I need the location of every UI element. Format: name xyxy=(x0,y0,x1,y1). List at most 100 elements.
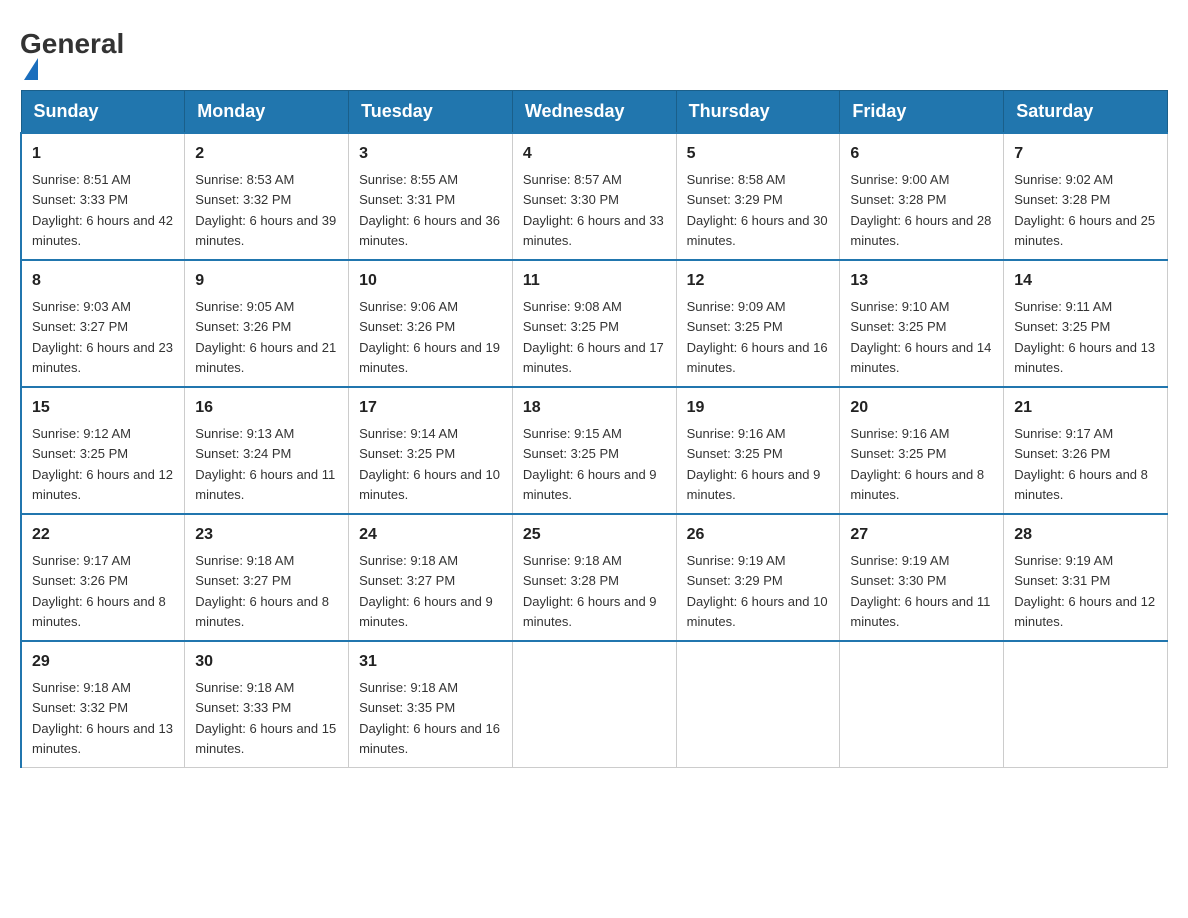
calendar-header-thursday: Thursday xyxy=(676,91,840,134)
day-number: 19 xyxy=(687,396,830,420)
calendar-day: 27 Sunrise: 9:19 AMSunset: 3:30 PMDaylig… xyxy=(840,514,1004,641)
calendar-day: 28 Sunrise: 9:19 AMSunset: 3:31 PMDaylig… xyxy=(1004,514,1168,641)
day-number: 5 xyxy=(687,142,830,166)
calendar-day: 31 Sunrise: 9:18 AMSunset: 3:35 PMDaylig… xyxy=(349,641,513,768)
page-header: General xyxy=(20,20,1168,80)
day-info: Sunrise: 9:02 AMSunset: 3:28 PMDaylight:… xyxy=(1014,172,1155,248)
day-number: 15 xyxy=(32,396,174,420)
calendar-day xyxy=(676,641,840,768)
day-info: Sunrise: 9:18 AMSunset: 3:27 PMDaylight:… xyxy=(359,553,493,629)
day-number: 14 xyxy=(1014,269,1157,293)
calendar-day: 10 Sunrise: 9:06 AMSunset: 3:26 PMDaylig… xyxy=(349,260,513,387)
calendar-day: 8 Sunrise: 9:03 AMSunset: 3:27 PMDayligh… xyxy=(21,260,185,387)
calendar-day: 12 Sunrise: 9:09 AMSunset: 3:25 PMDaylig… xyxy=(676,260,840,387)
day-info: Sunrise: 8:57 AMSunset: 3:30 PMDaylight:… xyxy=(523,172,664,248)
calendar-day: 11 Sunrise: 9:08 AMSunset: 3:25 PMDaylig… xyxy=(512,260,676,387)
day-info: Sunrise: 9:17 AMSunset: 3:26 PMDaylight:… xyxy=(1014,426,1148,502)
calendar-day: 22 Sunrise: 9:17 AMSunset: 3:26 PMDaylig… xyxy=(21,514,185,641)
calendar-day: 14 Sunrise: 9:11 AMSunset: 3:25 PMDaylig… xyxy=(1004,260,1168,387)
day-number: 28 xyxy=(1014,523,1157,547)
logo-triangle-icon xyxy=(24,58,38,80)
calendar-day: 20 Sunrise: 9:16 AMSunset: 3:25 PMDaylig… xyxy=(840,387,1004,514)
day-info: Sunrise: 8:58 AMSunset: 3:29 PMDaylight:… xyxy=(687,172,828,248)
day-info: Sunrise: 8:51 AMSunset: 3:33 PMDaylight:… xyxy=(32,172,173,248)
calendar-day: 21 Sunrise: 9:17 AMSunset: 3:26 PMDaylig… xyxy=(1004,387,1168,514)
day-info: Sunrise: 9:15 AMSunset: 3:25 PMDaylight:… xyxy=(523,426,657,502)
calendar-header-sunday: Sunday xyxy=(21,91,185,134)
calendar-day xyxy=(1004,641,1168,768)
calendar-day: 9 Sunrise: 9:05 AMSunset: 3:26 PMDayligh… xyxy=(185,260,349,387)
day-number: 6 xyxy=(850,142,993,166)
calendar-week-5: 29 Sunrise: 9:18 AMSunset: 3:32 PMDaylig… xyxy=(21,641,1168,768)
calendar-day: 13 Sunrise: 9:10 AMSunset: 3:25 PMDaylig… xyxy=(840,260,1004,387)
day-info: Sunrise: 9:18 AMSunset: 3:32 PMDaylight:… xyxy=(32,680,173,756)
calendar-header-tuesday: Tuesday xyxy=(349,91,513,134)
calendar-day: 19 Sunrise: 9:16 AMSunset: 3:25 PMDaylig… xyxy=(676,387,840,514)
day-info: Sunrise: 9:08 AMSunset: 3:25 PMDaylight:… xyxy=(523,299,664,375)
day-info: Sunrise: 9:13 AMSunset: 3:24 PMDaylight:… xyxy=(195,426,335,502)
day-info: Sunrise: 9:16 AMSunset: 3:25 PMDaylight:… xyxy=(687,426,821,502)
calendar-header-saturday: Saturday xyxy=(1004,91,1168,134)
day-number: 21 xyxy=(1014,396,1157,420)
day-number: 27 xyxy=(850,523,993,547)
calendar-day: 1 Sunrise: 8:51 AMSunset: 3:33 PMDayligh… xyxy=(21,133,185,260)
day-info: Sunrise: 9:18 AMSunset: 3:33 PMDaylight:… xyxy=(195,680,336,756)
day-number: 31 xyxy=(359,650,502,674)
calendar-day: 29 Sunrise: 9:18 AMSunset: 3:32 PMDaylig… xyxy=(21,641,185,768)
day-number: 7 xyxy=(1014,142,1157,166)
day-number: 1 xyxy=(32,142,174,166)
day-number: 17 xyxy=(359,396,502,420)
calendar-week-1: 1 Sunrise: 8:51 AMSunset: 3:33 PMDayligh… xyxy=(21,133,1168,260)
day-info: Sunrise: 9:14 AMSunset: 3:25 PMDaylight:… xyxy=(359,426,500,502)
day-number: 12 xyxy=(687,269,830,293)
logo-general-text: General xyxy=(20,30,124,58)
logo-blue-text xyxy=(20,58,38,80)
day-number: 8 xyxy=(32,269,174,293)
calendar-day: 18 Sunrise: 9:15 AMSunset: 3:25 PMDaylig… xyxy=(512,387,676,514)
day-info: Sunrise: 9:19 AMSunset: 3:29 PMDaylight:… xyxy=(687,553,828,629)
day-info: Sunrise: 9:11 AMSunset: 3:25 PMDaylight:… xyxy=(1014,299,1155,375)
day-info: Sunrise: 9:16 AMSunset: 3:25 PMDaylight:… xyxy=(850,426,984,502)
calendar-day: 5 Sunrise: 8:58 AMSunset: 3:29 PMDayligh… xyxy=(676,133,840,260)
day-info: Sunrise: 8:53 AMSunset: 3:32 PMDaylight:… xyxy=(195,172,336,248)
calendar-header-monday: Monday xyxy=(185,91,349,134)
day-number: 26 xyxy=(687,523,830,547)
day-number: 29 xyxy=(32,650,174,674)
calendar-day: 25 Sunrise: 9:18 AMSunset: 3:28 PMDaylig… xyxy=(512,514,676,641)
calendar-week-2: 8 Sunrise: 9:03 AMSunset: 3:27 PMDayligh… xyxy=(21,260,1168,387)
day-number: 2 xyxy=(195,142,338,166)
calendar-day xyxy=(512,641,676,768)
day-number: 3 xyxy=(359,142,502,166)
calendar-day: 3 Sunrise: 8:55 AMSunset: 3:31 PMDayligh… xyxy=(349,133,513,260)
day-info: Sunrise: 9:10 AMSunset: 3:25 PMDaylight:… xyxy=(850,299,991,375)
day-number: 13 xyxy=(850,269,993,293)
day-info: Sunrise: 9:18 AMSunset: 3:27 PMDaylight:… xyxy=(195,553,329,629)
calendar-day: 7 Sunrise: 9:02 AMSunset: 3:28 PMDayligh… xyxy=(1004,133,1168,260)
day-number: 30 xyxy=(195,650,338,674)
day-number: 18 xyxy=(523,396,666,420)
calendar-day: 4 Sunrise: 8:57 AMSunset: 3:30 PMDayligh… xyxy=(512,133,676,260)
day-info: Sunrise: 9:03 AMSunset: 3:27 PMDaylight:… xyxy=(32,299,173,375)
day-number: 10 xyxy=(359,269,502,293)
calendar-week-4: 22 Sunrise: 9:17 AMSunset: 3:26 PMDaylig… xyxy=(21,514,1168,641)
day-number: 9 xyxy=(195,269,338,293)
calendar-day: 15 Sunrise: 9:12 AMSunset: 3:25 PMDaylig… xyxy=(21,387,185,514)
calendar-header-wednesday: Wednesday xyxy=(512,91,676,134)
day-info: Sunrise: 9:18 AMSunset: 3:28 PMDaylight:… xyxy=(523,553,657,629)
day-info: Sunrise: 9:17 AMSunset: 3:26 PMDaylight:… xyxy=(32,553,166,629)
day-info: Sunrise: 9:19 AMSunset: 3:31 PMDaylight:… xyxy=(1014,553,1155,629)
day-info: Sunrise: 9:05 AMSunset: 3:26 PMDaylight:… xyxy=(195,299,336,375)
calendar-header-friday: Friday xyxy=(840,91,1004,134)
day-number: 20 xyxy=(850,396,993,420)
day-info: Sunrise: 9:18 AMSunset: 3:35 PMDaylight:… xyxy=(359,680,500,756)
day-info: Sunrise: 8:55 AMSunset: 3:31 PMDaylight:… xyxy=(359,172,500,248)
day-info: Sunrise: 9:19 AMSunset: 3:30 PMDaylight:… xyxy=(850,553,990,629)
day-number: 11 xyxy=(523,269,666,293)
calendar-day: 30 Sunrise: 9:18 AMSunset: 3:33 PMDaylig… xyxy=(185,641,349,768)
day-info: Sunrise: 9:09 AMSunset: 3:25 PMDaylight:… xyxy=(687,299,828,375)
day-number: 22 xyxy=(32,523,174,547)
calendar-day: 6 Sunrise: 9:00 AMSunset: 3:28 PMDayligh… xyxy=(840,133,1004,260)
day-number: 16 xyxy=(195,396,338,420)
day-number: 4 xyxy=(523,142,666,166)
calendar-day: 16 Sunrise: 9:13 AMSunset: 3:24 PMDaylig… xyxy=(185,387,349,514)
